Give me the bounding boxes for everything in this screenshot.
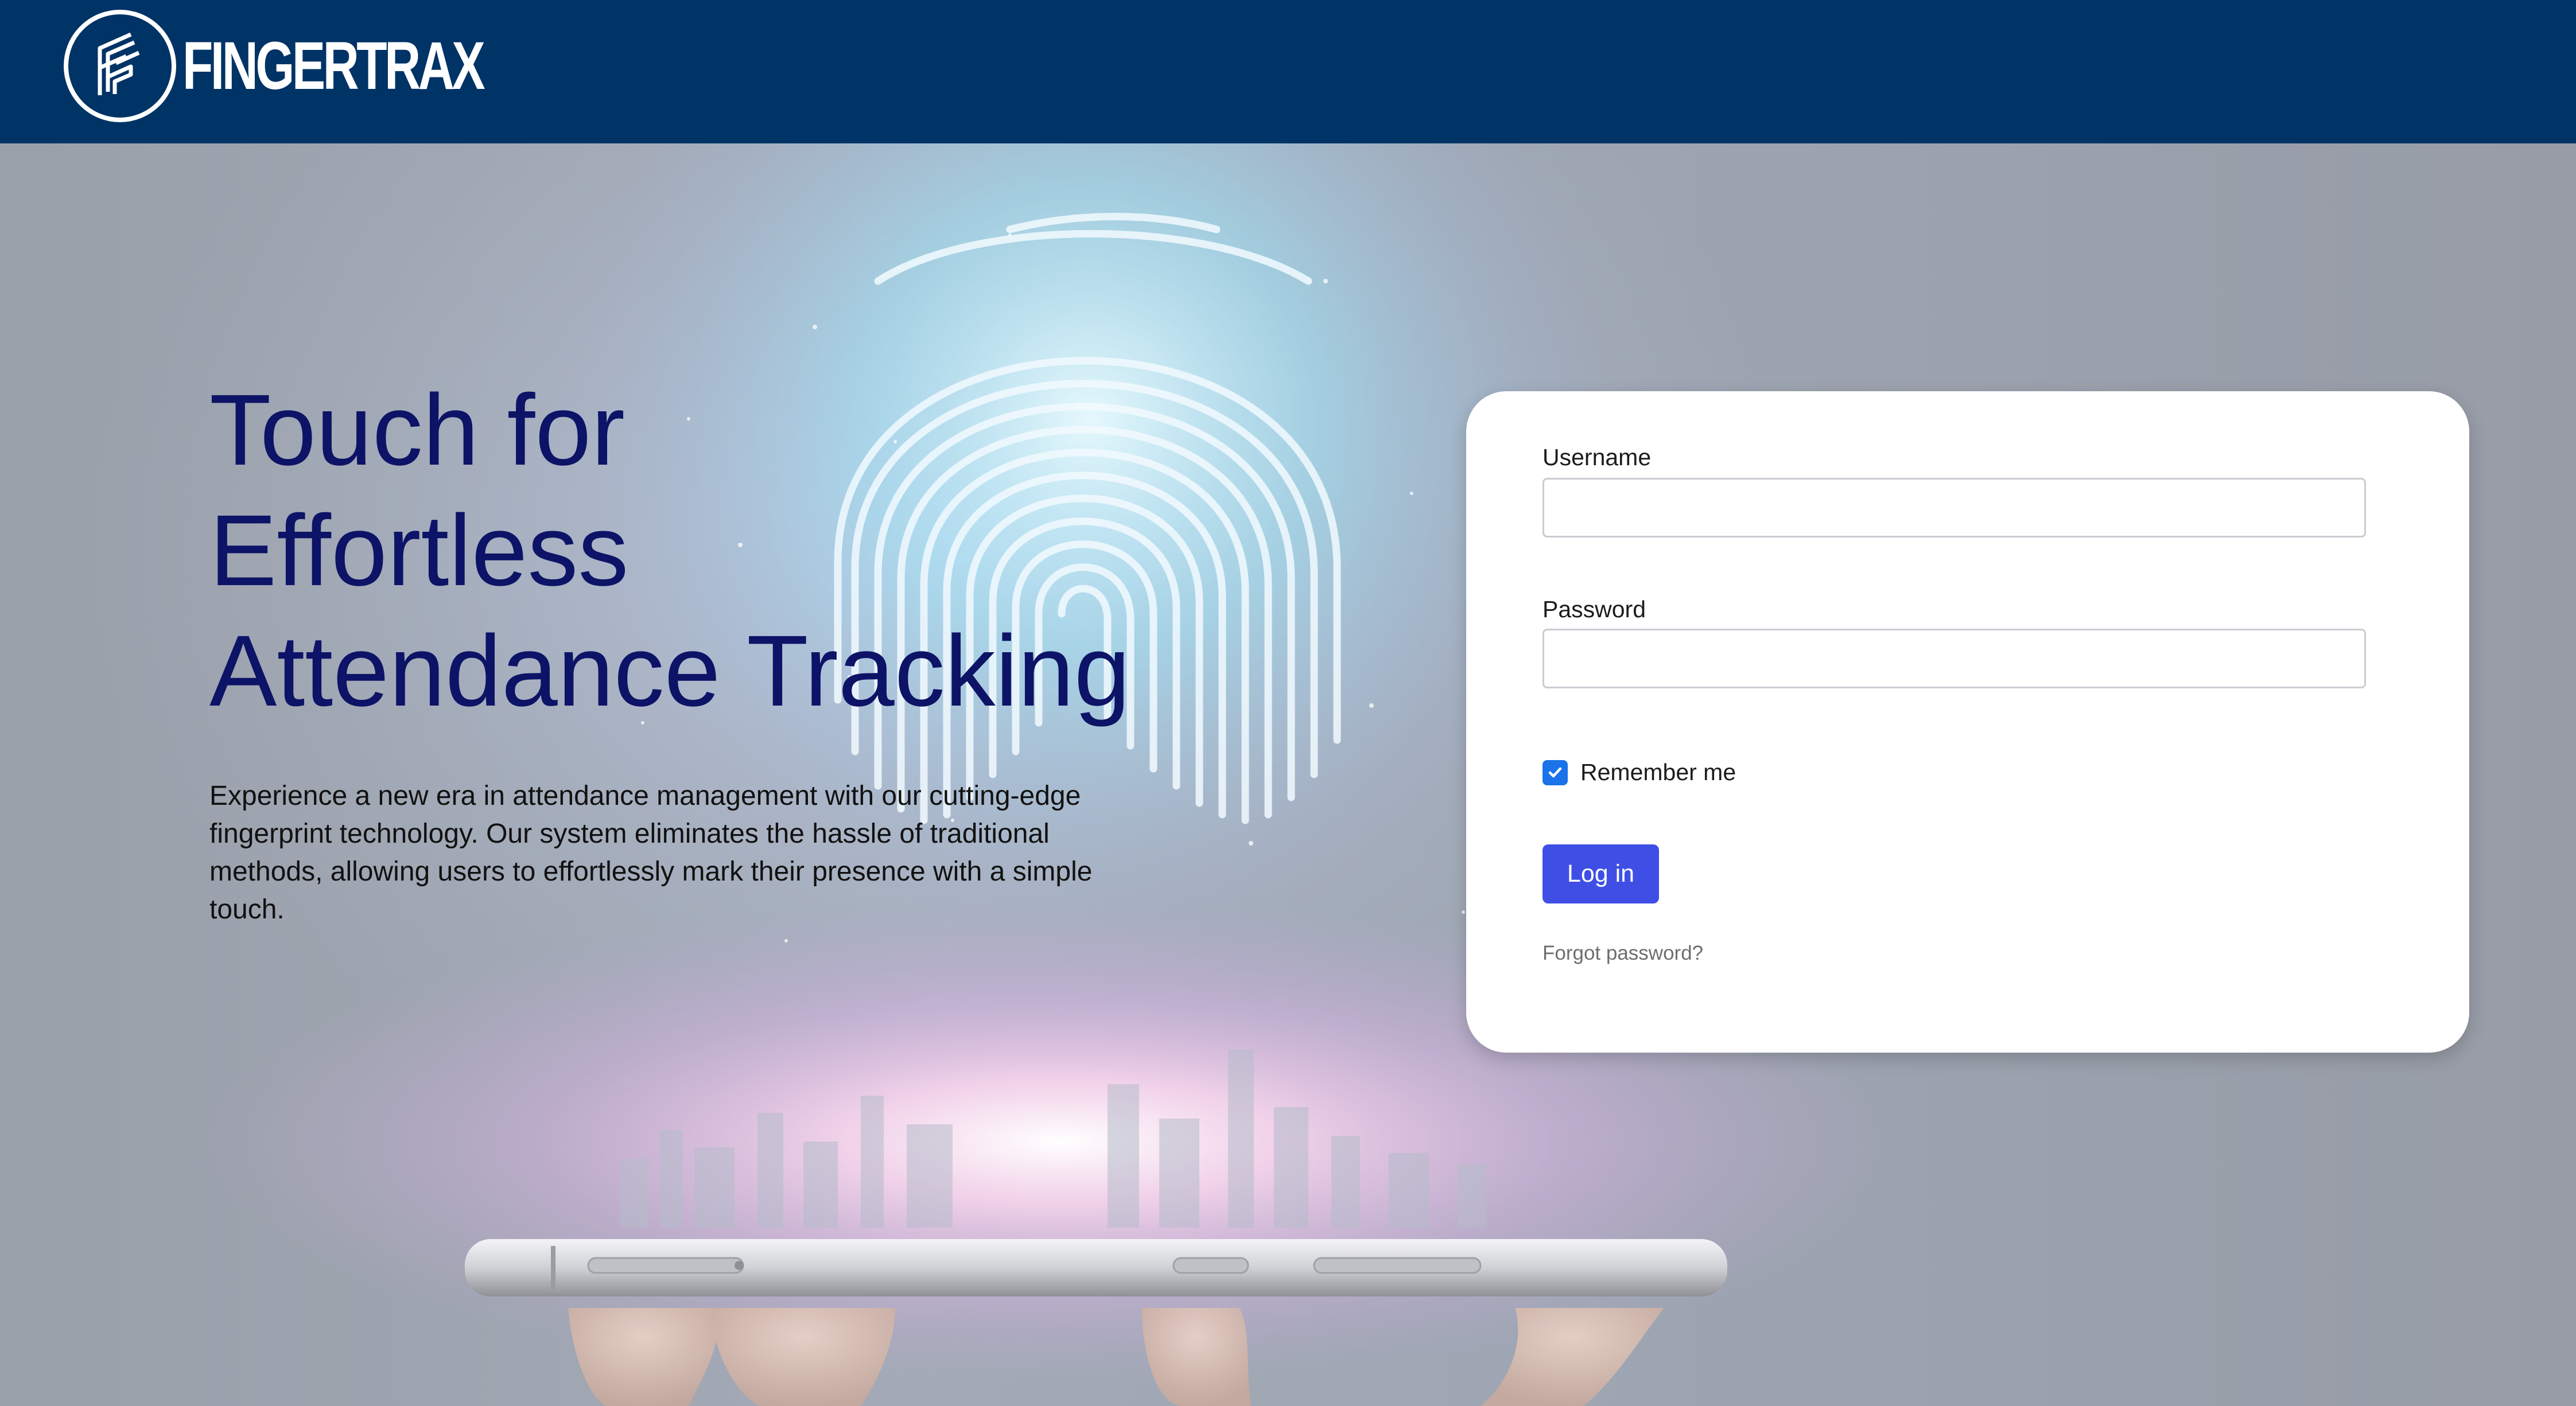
remember-me-checkbox[interactable] bbox=[1543, 760, 1568, 785]
username-input[interactable] bbox=[1543, 478, 2366, 538]
brand-logo-link[interactable]: FINGERTRAX bbox=[62, 8, 588, 124]
brand-name: FINGERTRAX bbox=[182, 28, 485, 104]
password-label: Password bbox=[1543, 596, 1646, 622]
headline-line-3: Attendance Tracking bbox=[209, 615, 1130, 727]
checkmark-icon bbox=[1548, 767, 1562, 777]
remember-me-label[interactable]: Remember me bbox=[1580, 759, 1736, 786]
hero-section: Touch for Effortless Attendance Tracking… bbox=[0, 143, 2576, 1406]
forgot-password-link[interactable]: Forgot password? bbox=[1543, 942, 1703, 965]
headline-line-1: Touch for bbox=[209, 374, 625, 486]
login-button[interactable]: Log in bbox=[1543, 844, 1659, 903]
remember-me-row: Remember me bbox=[1543, 759, 1736, 786]
top-navbar: FINGERTRAX bbox=[0, 0, 2576, 143]
username-label: Username bbox=[1543, 444, 1652, 470]
hero-description: Experience a new era in attendance manag… bbox=[209, 781, 1093, 925]
fingertrax-logo-icon bbox=[64, 10, 176, 122]
password-input[interactable] bbox=[1543, 629, 2366, 688]
headline-line-2: Effortless bbox=[209, 494, 629, 607]
hero-headline: Touch for Effortless Attendance Tracking bbox=[209, 370, 1185, 731]
login-card: Username Password Remember me Log in For… bbox=[1466, 391, 2469, 1053]
